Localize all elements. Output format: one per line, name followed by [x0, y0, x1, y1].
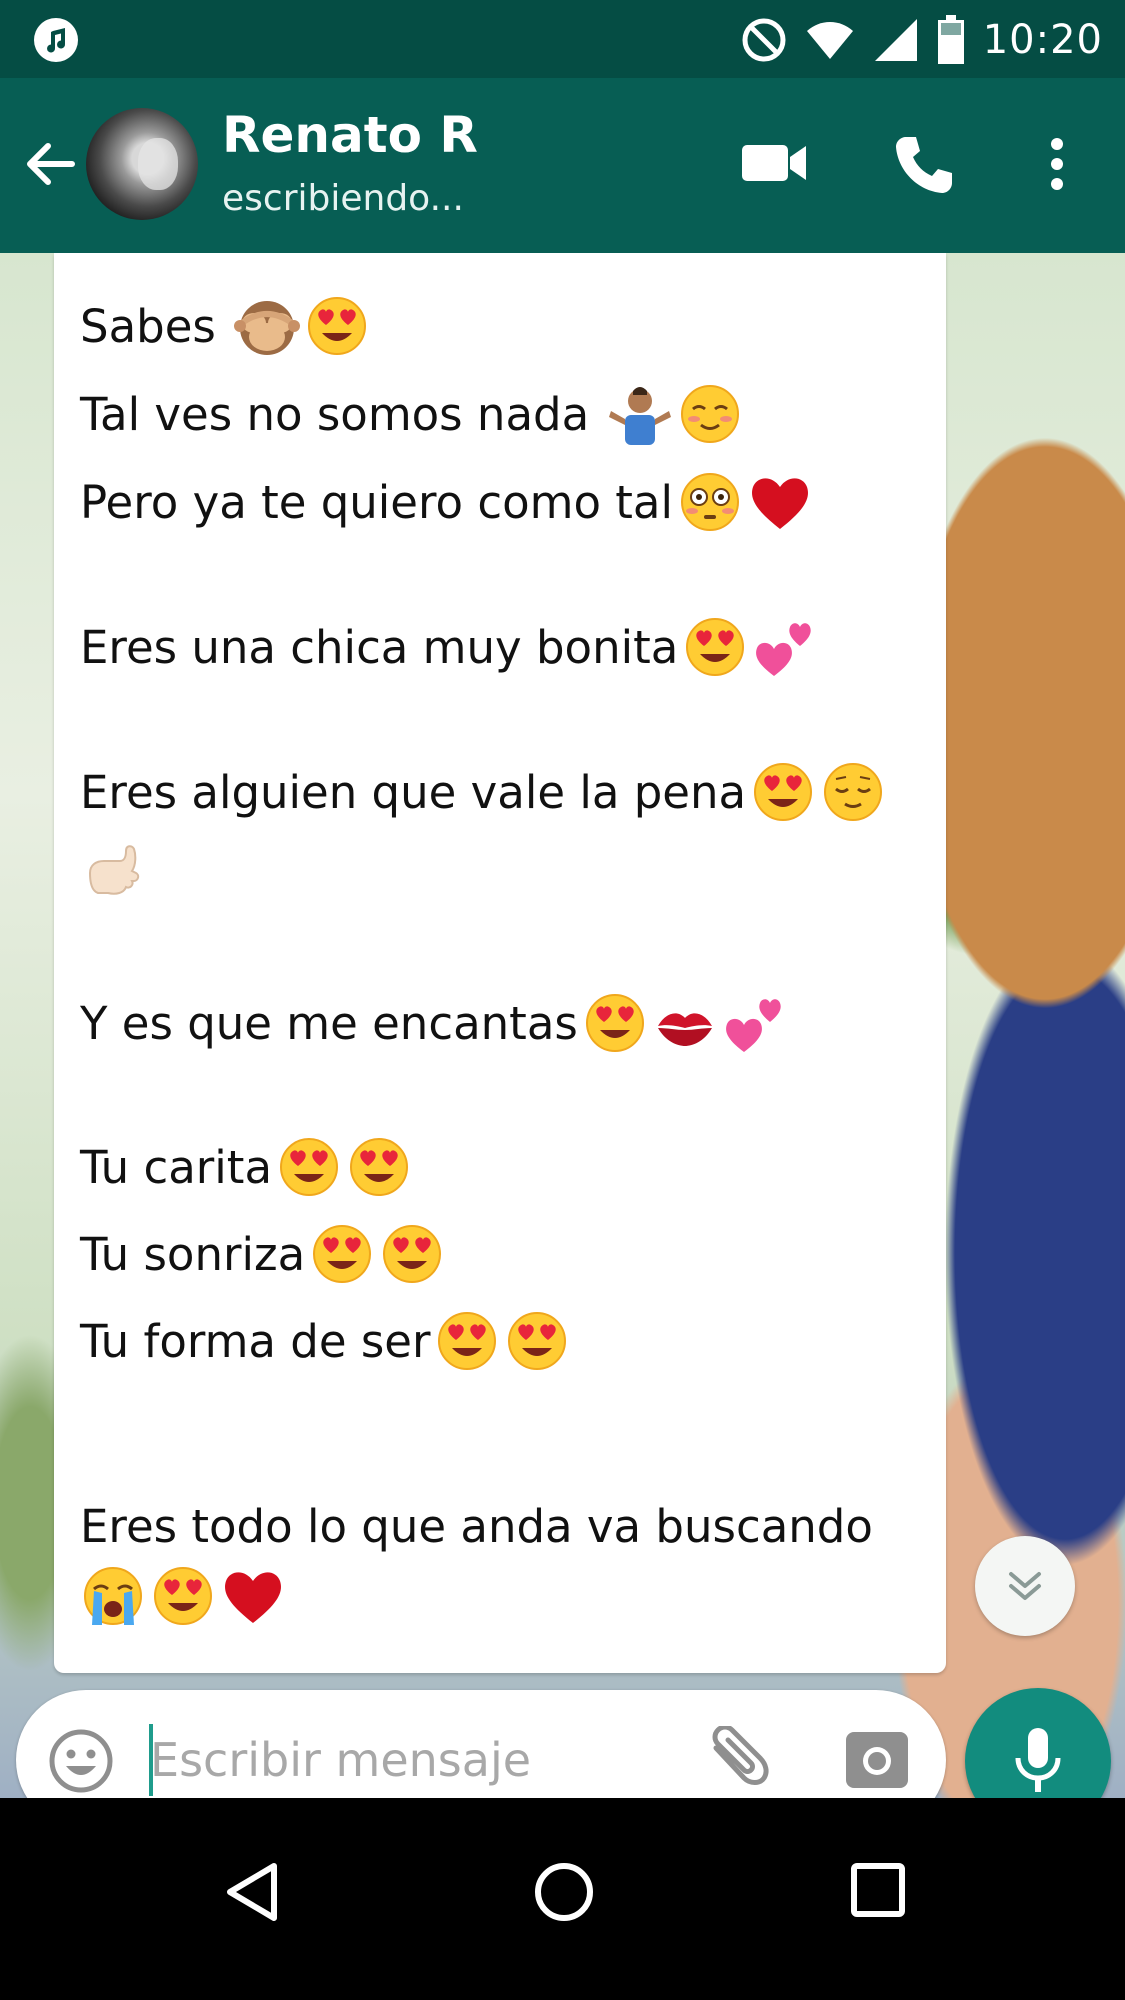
heart-eyes-emoji	[750, 759, 816, 825]
nav-recents-button[interactable]	[848, 1860, 908, 1924]
message-line: Eres todo lo que anda va buscando	[80, 1498, 873, 1556]
contact-name[interactable]: Renato R	[222, 106, 478, 164]
red-heart-emoji	[220, 1563, 286, 1629]
camera-button[interactable]	[844, 1730, 910, 1794]
signal-icon	[874, 19, 917, 61]
nav-back-button[interactable]	[222, 1860, 282, 1928]
mic-icon	[1015, 1728, 1061, 1792]
heart-eyes-emoji	[582, 990, 648, 1056]
message-text: Y es que me encantas	[80, 997, 578, 1050]
message-line: Pero ya te quiero como tal	[80, 473, 813, 535]
nav-home-button[interactable]	[532, 1860, 596, 1928]
message-line	[80, 842, 146, 903]
heart-eyes-emoji	[346, 1134, 412, 1200]
message-line: Tu forma de ser	[80, 1312, 570, 1374]
clock: 10:20	[982, 17, 1103, 63]
attach-button[interactable]	[704, 1724, 774, 1796]
emoji-button[interactable]	[48, 1728, 114, 1798]
see-no-evil-monkey-emoji	[234, 293, 301, 359]
message-text: Eres una chica muy bonita	[80, 621, 679, 674]
home-nav-icon	[535, 1863, 593, 1921]
recents-nav-icon	[851, 1863, 905, 1917]
kiss-mark-emoji	[652, 990, 718, 1056]
message-text: Sabes	[80, 300, 231, 353]
heart-eyes-emoji	[276, 1134, 342, 1200]
message-line: Y es que me encantas	[80, 994, 788, 1056]
do-not-disturb-icon	[742, 18, 786, 62]
message-input[interactable]	[150, 1724, 690, 1796]
scroll-down-icon	[1009, 1572, 1041, 1600]
flushed-emoji	[677, 469, 743, 535]
relieved-emoji	[820, 759, 886, 825]
phone-call-icon	[896, 137, 952, 193]
message-text: Eres todo lo que anda va buscando	[80, 1500, 873, 1553]
heart-eyes-emoji	[682, 614, 748, 680]
more-options-button[interactable]	[1040, 136, 1074, 196]
heart-eyes-emoji	[434, 1308, 500, 1374]
wifi-icon	[806, 22, 853, 59]
chat-area[interactable]: Sabes Tal ves no somos nada Pero ya te q…	[0, 253, 1125, 1798]
attach-icon	[712, 1724, 769, 1785]
back-button[interactable]	[22, 136, 82, 196]
heart-eyes-emoji	[309, 1221, 375, 1287]
battery-icon	[937, 15, 964, 64]
back-arrow-icon	[27, 143, 75, 185]
heart-eyes-emoji	[504, 1308, 570, 1374]
status-bar: 10:20	[0, 0, 1125, 78]
status-icons: 10:20	[741, 12, 1103, 68]
message-line: Eres alguien que vale la pena	[80, 763, 886, 825]
camera-icon	[846, 1732, 908, 1788]
two-hearts-emoji	[722, 990, 788, 1056]
shrug-emoji	[607, 381, 673, 447]
smiling-blush-emoji	[677, 381, 743, 447]
message-line: Sabes	[80, 297, 370, 359]
red-heart-emoji	[747, 469, 813, 535]
heart-eyes-emoji	[150, 1563, 216, 1629]
call-me-hand-emoji	[80, 837, 146, 903]
navigation-bar	[0, 1798, 1125, 2000]
music-note-icon	[34, 18, 78, 62]
emoji-icon	[49, 1729, 113, 1793]
message-text: Tal ves no somos nada	[80, 388, 604, 441]
heart-eyes-emoji	[304, 293, 370, 359]
message-text: Pero ya te quiero como tal	[80, 476, 673, 529]
contact-status: escribiendo...	[222, 178, 464, 219]
message-text: Eres alguien que vale la pena	[80, 766, 747, 819]
message-bubble[interactable]: Sabes Tal ves no somos nada Pero ya te q…	[54, 253, 946, 1673]
message-line: Tu carita	[80, 1138, 412, 1200]
loudly-crying-emoji	[80, 1563, 146, 1629]
message-line: Tu sonriza	[80, 1225, 445, 1287]
two-hearts-emoji	[752, 614, 818, 680]
phone-call-button[interactable]	[892, 133, 956, 201]
heart-eyes-emoji	[379, 1221, 445, 1287]
message-line	[80, 1567, 286, 1629]
video-call-button[interactable]	[740, 133, 810, 197]
message-text: Tu sonriza	[80, 1228, 306, 1281]
chat-header: Renato R escribiendo...	[0, 78, 1125, 253]
scroll-down-button[interactable]	[975, 1536, 1075, 1636]
video-call-icon	[742, 145, 806, 181]
message-line: Tal ves no somos nada	[80, 385, 743, 447]
message-text: Tu carita	[80, 1141, 273, 1194]
message-text: Tu forma de ser	[80, 1315, 431, 1368]
more-options-icon	[1051, 138, 1063, 190]
avatar[interactable]	[86, 108, 198, 220]
message-line: Eres una chica muy bonita	[80, 618, 818, 680]
back-nav-icon	[227, 1863, 277, 1921]
